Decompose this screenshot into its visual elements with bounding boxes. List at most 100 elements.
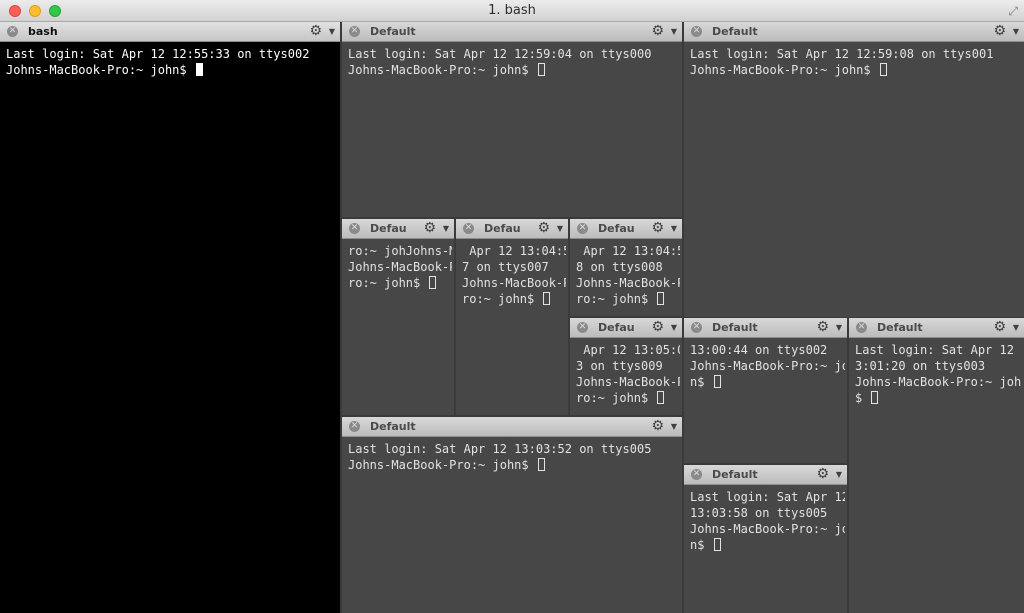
close-pane-icon[interactable]: ✕ — [463, 223, 474, 234]
close-pane-icon[interactable]: ✕ — [691, 26, 702, 37]
terminal-line-text: Johns-MacBook-P — [348, 260, 452, 274]
dropdown-triangle-icon[interactable]: ▼ — [671, 224, 677, 233]
gear-icon[interactable]: ⚙ — [651, 418, 664, 434]
terminal-line: Apr 12 13:05:0 — [576, 342, 680, 358]
terminal-pane-bottom-mid[interactable]: ✕ Default ⚙ ▼ Last login: Sat Apr 12 13:03:5… — [342, 417, 682, 613]
terminal-line: $ — [855, 390, 1022, 406]
text-cursor — [879, 63, 887, 76]
terminal-pane-mid-right-b[interactable]: ✕ Default ⚙ ▼ Last login: Sat Apr 12 1 3:01:2… — [849, 318, 1024, 613]
pane-tab-header[interactable]: ✕ Defau ⚙ ▼ — [570, 318, 682, 338]
terminal-output[interactable]: ro:~ johJohns-M Johns-MacBook-P ro:~ john$ — [348, 243, 452, 415]
dropdown-triangle-icon[interactable]: ▼ — [836, 470, 842, 479]
pane-tab-header[interactable]: ✕ Defau ⚙ ▼ — [456, 219, 568, 239]
terminal-line: Last login: Sat Apr 12 1 — [855, 342, 1022, 358]
terminal-line-text: 13:03:58 on ttys005 — [690, 506, 828, 520]
close-pane-icon[interactable]: ✕ — [7, 26, 18, 37]
text-cursor — [713, 538, 721, 551]
terminal-pane-small-4[interactable]: ✕ Defau ⚙ ▼ Apr 12 13:05:0 3 on ttys009 Johns… — [570, 318, 682, 415]
terminal-output[interactable]: Apr 12 13:05:0 3 on ttys009 Johns-MacBook-… — [576, 342, 680, 415]
terminal-output[interactable]: Last login: Sat Apr 12 13:03:52 on ttys0… — [348, 441, 680, 613]
terminal-line: 3 on ttys009 — [576, 358, 680, 374]
dropdown-triangle-icon[interactable]: ▼ — [671, 422, 677, 431]
terminal-line: Apr 12 13:04:5 — [576, 243, 680, 259]
terminal-output[interactable]: Last login: Sat Apr 12 1 3:01:20 on ttys0… — [855, 342, 1022, 613]
pane-tab-header[interactable]: ✕ Default ⚙ ▼ — [342, 417, 682, 437]
pane-tab-header[interactable]: ✕ Defau ⚙ ▼ — [342, 219, 454, 239]
terminal-line: Johns-MacBook-P — [348, 259, 452, 275]
gear-icon[interactable]: ⚙ — [993, 23, 1006, 39]
dropdown-triangle-icon[interactable]: ▼ — [671, 27, 677, 36]
close-pane-icon[interactable]: ✕ — [691, 469, 702, 480]
gear-icon[interactable]: ⚙ — [309, 23, 322, 39]
close-pane-icon[interactable]: ✕ — [577, 223, 588, 234]
terminal-line: 8 on ttys008 — [576, 259, 680, 275]
text-cursor — [429, 276, 437, 289]
terminal-line: 7 on ttys007 — [462, 259, 566, 275]
terminal-pane-small-2[interactable]: ✕ Defau ⚙ ▼ Apr 12 13:04:5 7 on ttys007 Johns… — [456, 219, 568, 415]
close-pane-icon[interactable]: ✕ — [349, 421, 360, 432]
gear-icon[interactable]: ⚙ — [816, 466, 829, 482]
terminal-line: Johns-MacBook-Pro:~ john$ — [348, 457, 680, 473]
dropdown-triangle-icon[interactable]: ▼ — [329, 27, 335, 36]
fullscreen-icon[interactable]: ⤢ — [1008, 4, 1018, 19]
text-cursor — [543, 292, 551, 305]
close-pane-icon[interactable]: ✕ — [349, 26, 360, 37]
terminal-pane-small-1[interactable]: ✕ Defau ⚙ ▼ ro:~ johJohns-M Johns-MacBook-P ro… — [342, 219, 454, 415]
terminal-output[interactable]: Apr 12 13:04:5 7 on ttys007 Johns-MacBook-… — [462, 243, 566, 415]
terminal-output[interactable]: 13:00:44 on ttys002 Johns-MacBook-Pro:~ j… — [690, 342, 845, 463]
pane-tab-header[interactable]: ✕ bash ⚙ ▼ — [0, 22, 340, 42]
gear-icon[interactable]: ⚙ — [993, 319, 1006, 335]
terminal-line-text: Johns-MacBook-Pro:~ john$ — [690, 63, 878, 77]
gear-icon[interactable]: ⚙ — [651, 319, 664, 335]
dropdown-triangle-icon[interactable]: ▼ — [443, 224, 449, 233]
pane-tab-header[interactable]: ✕ Default ⚙ ▼ — [684, 465, 847, 485]
terminal-output[interactable]: Apr 12 13:04:5 8 on ttys008 Johns-MacBook-… — [576, 243, 680, 316]
terminal-pane-bottom-right[interactable]: ✕ Default ⚙ ▼ Last login: Sat Apr 12 13:03:58… — [684, 465, 847, 613]
gear-icon[interactable]: ⚙ — [816, 319, 829, 335]
close-pane-icon[interactable]: ✕ — [691, 322, 702, 333]
terminal-line: Last login: Sat Apr 12 12:55:33 on ttys0… — [6, 46, 338, 62]
window-titlebar: 1. bash ⤢ — [0, 0, 1024, 22]
text-cursor — [713, 375, 721, 388]
pane-title: Defau — [598, 321, 635, 334]
terminal-line-text: ro:~ john$ — [576, 292, 656, 306]
terminal-pane-top-right[interactable]: ✕ Default ⚙ ▼ Last login: Sat Apr 12 12:59:0… — [684, 22, 1024, 317]
terminal-line: Apr 12 13:04:5 — [462, 243, 566, 259]
gear-icon[interactable]: ⚙ — [423, 220, 436, 236]
pane-title: Defau — [598, 222, 635, 235]
pane-tab-header[interactable]: ✕ Default ⚙ ▼ — [684, 22, 1024, 42]
dropdown-triangle-icon[interactable]: ▼ — [557, 224, 563, 233]
terminal-line-text: Johns-MacBook-Pro:~ john$ — [348, 458, 536, 472]
gear-icon[interactable]: ⚙ — [651, 220, 664, 236]
pane-title: Default — [712, 25, 758, 38]
pane-tab-header[interactable]: ✕ Default ⚙ ▼ — [342, 22, 682, 42]
dropdown-triangle-icon[interactable]: ▼ — [836, 323, 842, 332]
terminal-line: Johns-MacBook-Pro:~ joh — [690, 358, 845, 374]
terminal-output[interactable]: Last login: Sat Apr 12 12:59:04 on ttys0… — [348, 46, 680, 217]
terminal-line-text: ro:~ john$ — [462, 292, 542, 306]
terminal-output[interactable]: Last login: Sat Apr 12 13:03:58 on ttys00… — [690, 489, 845, 613]
dropdown-triangle-icon[interactable]: ▼ — [671, 323, 677, 332]
terminal-pane-bash[interactable]: ✕ bash ⚙ ▼ Last login: Sat Apr 12 12:55:33 o… — [0, 22, 340, 613]
terminal-line: Last login: Sat Apr 12 12:59:04 on ttys0… — [348, 46, 680, 62]
terminal-pane-mid-right-a[interactable]: ✕ Default ⚙ ▼ 13:00:44 on ttys002 Johns-MacBo… — [684, 318, 847, 463]
terminal-output[interactable]: Last login: Sat Apr 12 12:59:08 on ttys0… — [690, 46, 1022, 317]
dropdown-triangle-icon[interactable]: ▼ — [1013, 323, 1019, 332]
terminal-line: Johns-MacBook-Pro:~ joh — [690, 521, 845, 537]
gear-icon[interactable]: ⚙ — [651, 23, 664, 39]
terminal-line-text: $ — [855, 391, 870, 405]
terminal-pane-top-mid[interactable]: ✕ Default ⚙ ▼ Last login: Sat Apr 12 12:59:0… — [342, 22, 682, 217]
close-pane-icon[interactable]: ✕ — [349, 223, 360, 234]
dropdown-triangle-icon[interactable]: ▼ — [1013, 27, 1019, 36]
terminal-output[interactable]: Last login: Sat Apr 12 12:55:33 on ttys0… — [6, 46, 338, 613]
terminal-line-text: Last login: Sat Apr 12 12:55:33 on ttys0… — [6, 47, 310, 61]
close-pane-icon[interactable]: ✕ — [856, 322, 867, 333]
close-pane-icon[interactable]: ✕ — [577, 322, 588, 333]
gear-icon[interactable]: ⚙ — [537, 220, 550, 236]
terminal-line-text: Johns-MacBook-P — [576, 375, 680, 389]
pane-tab-header[interactable]: ✕ Defau ⚙ ▼ — [570, 219, 682, 239]
text-cursor — [871, 391, 879, 404]
pane-tab-header[interactable]: ✕ Default ⚙ ▼ — [849, 318, 1024, 338]
terminal-pane-small-3[interactable]: ✕ Defau ⚙ ▼ Apr 12 13:04:5 8 on ttys008 Johns… — [570, 219, 682, 316]
pane-tab-header[interactable]: ✕ Default ⚙ ▼ — [684, 318, 847, 338]
